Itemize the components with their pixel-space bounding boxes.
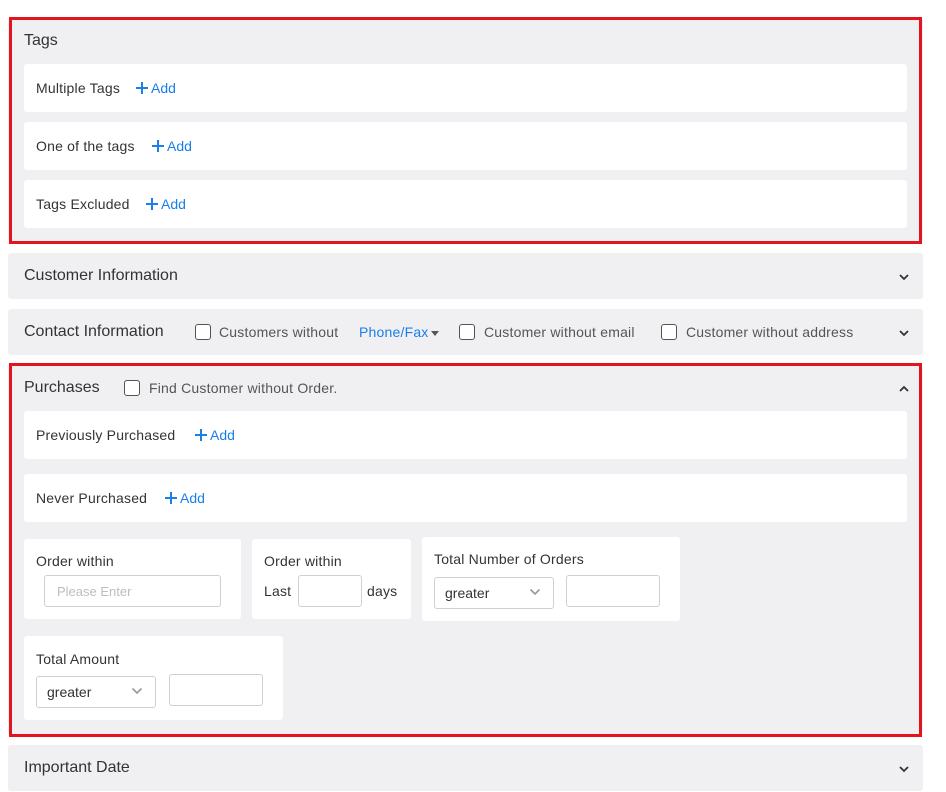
customer-information-title: Customer Information [24,267,178,284]
contact-information-panel: Contact Information Customers without Ph… [8,309,923,355]
customer-without-email-checkbox[interactable] [459,324,475,340]
purchases-highlight-frame [9,363,922,737]
important-date-title: Important Date [24,759,130,776]
customers-without-label: Customers without [219,324,339,340]
customer-information-panel[interactable]: Customer Information [8,253,923,299]
chevron-down-icon[interactable] [897,762,911,776]
customer-without-email-label: Customer without email [484,324,635,340]
chevron-down-icon[interactable] [897,270,911,284]
customer-without-address-checkbox[interactable] [661,324,677,340]
caret-down-icon [430,330,439,336]
phone-fax-dropdown[interactable]: Phone/Fax [359,324,439,340]
phone-fax-label: Phone/Fax [359,324,429,340]
customer-without-address-label: Customer without address [686,324,854,340]
important-date-panel[interactable]: Important Date [8,745,923,791]
tags-highlight-frame [9,17,922,244]
chevron-down-icon[interactable] [897,326,911,340]
contact-information-title: Contact Information [24,323,164,340]
customers-without-phone-checkbox[interactable] [195,324,211,340]
